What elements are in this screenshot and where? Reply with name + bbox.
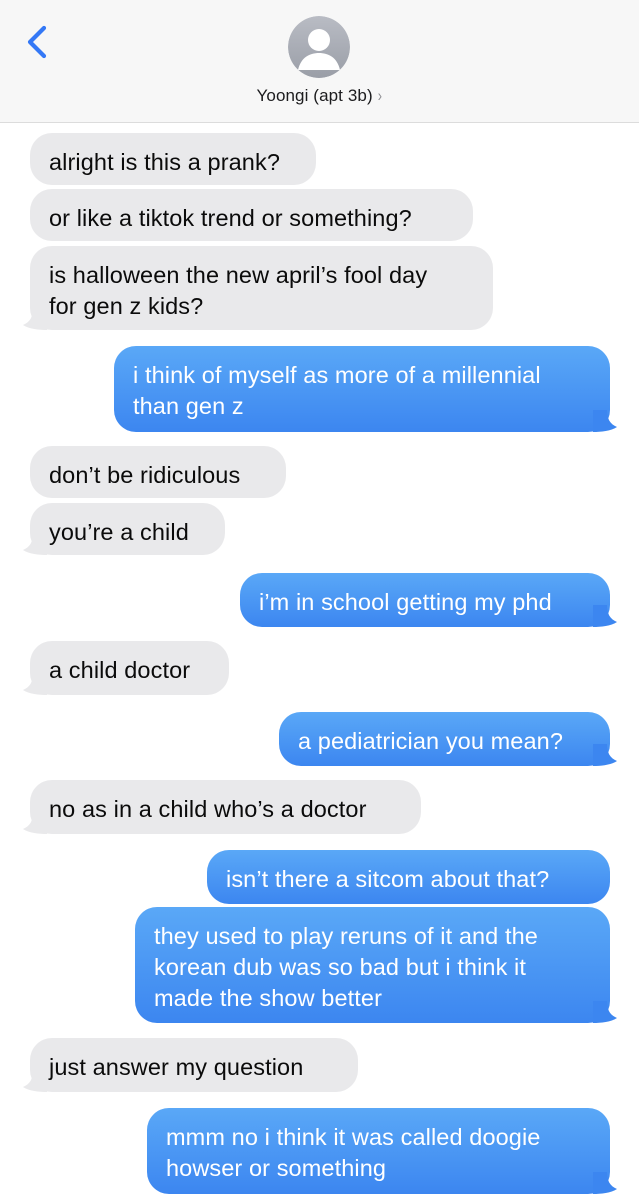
bubble-tail: [23, 308, 47, 330]
bubble-tail: [23, 1070, 47, 1092]
message-text: mmm no i think it was called doogie hows…: [166, 1124, 541, 1181]
message-text: or like a tiktok trend or something?: [49, 205, 412, 231]
message-text: alright is this a prank?: [49, 149, 280, 175]
bubble-tail: [23, 812, 47, 834]
message-text: is halloween the new april’s fool day fo…: [49, 262, 428, 319]
message-text: they used to play reruns of it and the k…: [154, 923, 538, 1011]
incoming-message[interactable]: is halloween the new april’s fool day fo…: [23, 246, 493, 330]
incoming-message[interactable]: no as in a child who’s a doctor: [23, 780, 421, 834]
chevron-right-icon: ›: [377, 86, 382, 105]
message-text: i think of myself as more of a millennia…: [133, 362, 541, 419]
message-text: no as in a child who’s a doctor: [49, 796, 367, 822]
bubble-tail: [593, 605, 617, 627]
outgoing-message[interactable]: isn’t there a sitcom about that?: [207, 850, 610, 904]
outgoing-message[interactable]: i think of myself as more of a millennia…: [114, 346, 617, 432]
contact-avatar[interactable]: [288, 16, 350, 78]
message-text: you’re a child: [49, 519, 189, 545]
contact-name-button[interactable]: Yoongi (apt 3b) ›: [0, 86, 639, 106]
back-button[interactable]: [22, 22, 52, 62]
chevron-left-icon: [27, 25, 47, 59]
incoming-message[interactable]: you’re a child: [23, 503, 225, 555]
bubble-tail: [593, 1172, 617, 1194]
bubble-tail: [23, 533, 47, 555]
message-text: a child doctor: [49, 657, 191, 683]
conversation-header: Yoongi (apt 3b) ›: [0, 0, 639, 123]
outgoing-message[interactable]: they used to play reruns of it and the k…: [135, 907, 617, 1023]
bubble-tail: [593, 744, 617, 766]
outgoing-message[interactable]: mmm no i think it was called doogie hows…: [147, 1108, 617, 1194]
bubble-tail: [593, 1001, 617, 1023]
person-silhouette-icon: [288, 16, 350, 78]
message-text: don’t be ridiculous: [49, 462, 241, 488]
incoming-message[interactable]: or like a tiktok trend or something?: [30, 189, 473, 241]
message-text: isn’t there a sitcom about that?: [226, 866, 550, 892]
message-text: i’m in school getting my phd: [259, 589, 552, 615]
message-thread[interactable]: alright is this a prank? or like a tiktok…: [0, 123, 639, 1200]
outgoing-message[interactable]: a pediatrician you mean?: [279, 712, 617, 766]
message-text: a pediatrician you mean?: [298, 728, 563, 754]
incoming-message[interactable]: don’t be ridiculous: [30, 446, 286, 498]
bubble-tail: [23, 673, 47, 695]
contact-name: Yoongi (apt 3b): [256, 86, 373, 105]
outgoing-message[interactable]: i’m in school getting my phd: [240, 573, 617, 627]
incoming-message[interactable]: just answer my question: [23, 1038, 358, 1092]
incoming-message[interactable]: a child doctor: [23, 641, 229, 695]
incoming-message[interactable]: alright is this a prank?: [30, 133, 316, 185]
bubble-tail: [593, 410, 617, 432]
message-text: just answer my question: [49, 1054, 304, 1080]
